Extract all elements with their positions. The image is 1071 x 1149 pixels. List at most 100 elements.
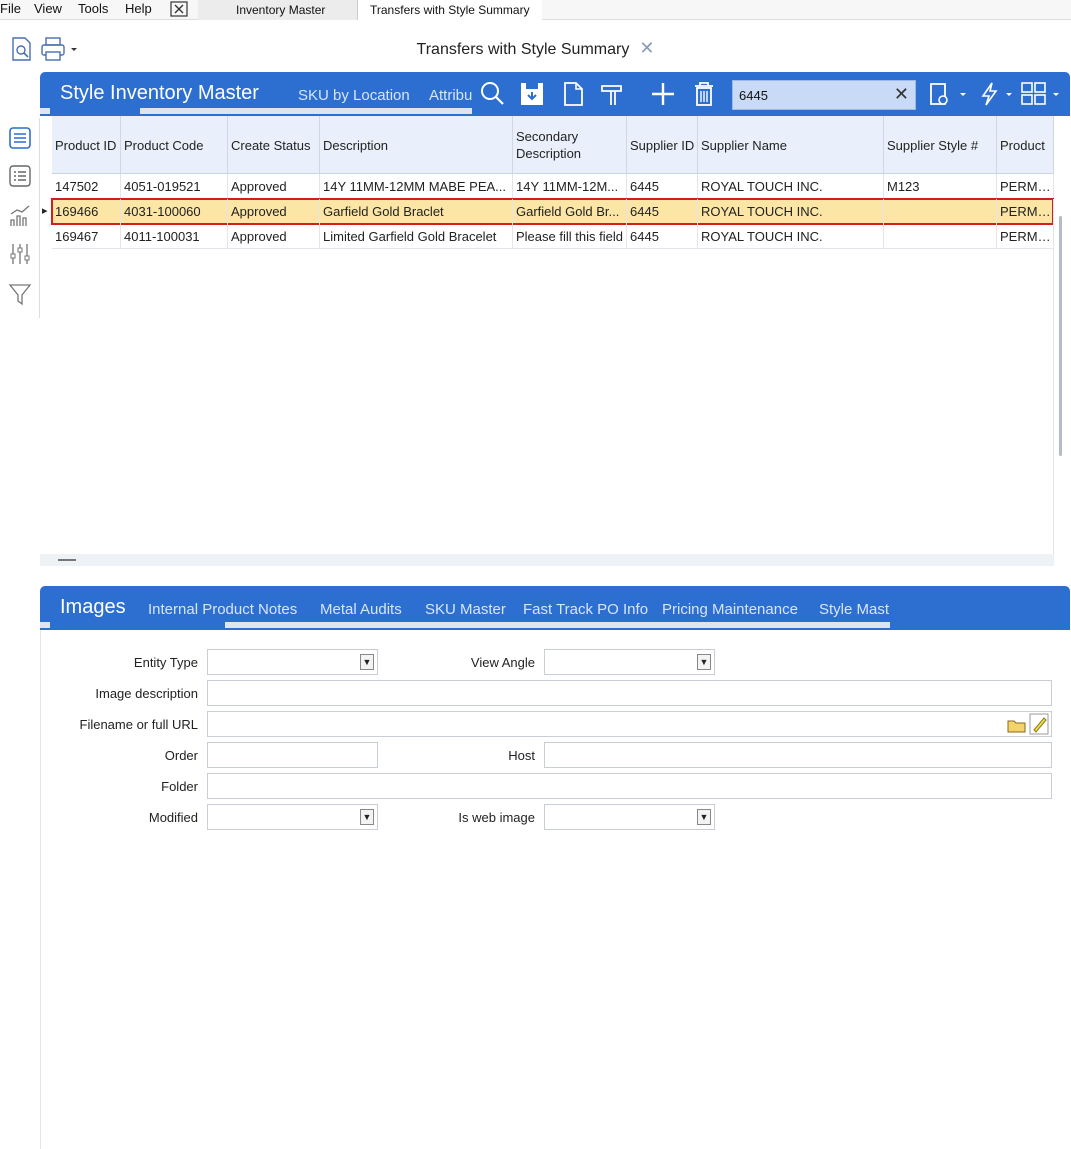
chart-icon[interactable] <box>8 204 32 228</box>
edit-pencil-icon[interactable] <box>1029 713 1049 735</box>
tab-sku-master[interactable]: SKU Master <box>425 601 506 618</box>
grid-vertical-scrollbar[interactable] <box>1057 116 1065 554</box>
panel-title-style-inventory-master[interactable]: Style Inventory Master <box>60 82 259 105</box>
modified-select[interactable]: ▼ <box>207 804 378 830</box>
cell-description[interactable]: Limited Garfield Gold Bracelet <box>320 224 513 249</box>
menu-view[interactable]: View <box>34 1 62 16</box>
chevron-down-icon[interactable]: ▼ <box>360 654 374 670</box>
image-description-field[interactable] <box>207 680 1052 706</box>
cell-product-code[interactable]: 4031-100060 <box>121 199 228 224</box>
tab-scrollbar[interactable] <box>40 622 890 628</box>
cell-product-id[interactable]: 169466 <box>52 199 121 224</box>
cell-supplier-style[interactable]: M123 <box>884 174 997 199</box>
folder-field[interactable] <box>207 773 1052 799</box>
list-view-icon[interactable] <box>8 126 32 150</box>
chevron-down-icon[interactable]: ▼ <box>360 809 374 825</box>
table-row-selected[interactable]: 169466 4031-100060 Approved Garfield Gol… <box>51 198 1054 225</box>
excel-export-icon[interactable] <box>170 1 188 17</box>
save-icon[interactable] <box>518 80 546 108</box>
doc-tab-transfers-with-style-summary[interactable]: Transfers with Style Summary <box>358 0 542 20</box>
column-header-create-status[interactable]: Create Status <box>228 116 320 174</box>
cell-supplier-style[interactable] <box>884 224 997 249</box>
cell-product[interactable]: PERMAN <box>997 174 1054 199</box>
column-header-supplier-style[interactable]: Supplier Style # <box>884 116 997 174</box>
tab-internal-product-notes[interactable]: Internal Product Notes <box>148 601 297 618</box>
tab-metal-audits[interactable]: Metal Audits <box>320 601 402 618</box>
cell-supplier-style[interactable] <box>884 199 997 224</box>
images-form: Entity Type ▼ View Angle ▼ Image descrip… <box>40 630 1071 1149</box>
tab-sku-by-location[interactable]: SKU by Location <box>298 87 410 104</box>
cell-product-id[interactable]: 147502 <box>52 174 121 199</box>
cell-supplier-id[interactable]: 6445 <box>627 174 698 199</box>
menu-file[interactable]: File <box>0 1 21 16</box>
close-document-icon[interactable]: ✕ <box>639 38 654 58</box>
sliders-icon[interactable] <box>8 242 32 266</box>
table-row[interactable]: 147502 4051-019521 Approved 14Y 11MM-12M… <box>52 174 1054 199</box>
cell-create-status[interactable]: Approved <box>228 174 320 199</box>
entity-type-select[interactable]: ▼ <box>207 649 378 675</box>
cell-description[interactable]: 14Y 11MM-12MM MABE PEA... <box>320 174 513 199</box>
new-document-icon[interactable] <box>559 80 587 108</box>
cell-supplier-name[interactable]: ROYAL TOUCH INC. <box>698 199 884 224</box>
label-host: Host <box>508 748 535 763</box>
order-field[interactable] <box>207 742 378 768</box>
cell-product-code[interactable]: 4051-019521 <box>121 174 228 199</box>
layout-grid-icon[interactable] <box>1020 80 1064 108</box>
hammer-icon[interactable] <box>599 80 627 108</box>
column-header-description[interactable]: Description <box>320 116 513 174</box>
lightning-icon[interactable] <box>974 80 1014 108</box>
add-icon[interactable] <box>649 80 677 108</box>
report-icon[interactable] <box>926 80 968 108</box>
folder-open-icon[interactable] <box>1007 715 1027 735</box>
chevron-down-icon[interactable]: ▼ <box>697 809 711 825</box>
clear-search-icon[interactable]: ✕ <box>894 84 909 105</box>
detail-list-icon[interactable] <box>8 164 32 188</box>
view-angle-select[interactable]: ▼ <box>544 649 715 675</box>
cell-description[interactable]: Garfield Gold Braclet <box>320 199 513 224</box>
cell-product-code[interactable]: 4011-100031 <box>121 224 228 249</box>
chevron-down-icon[interactable]: ▼ <box>697 654 711 670</box>
tab-scrollbar[interactable] <box>40 108 472 114</box>
doc-tab-inventory-master[interactable]: Inventory Master <box>198 0 358 20</box>
label-modified: Modified <box>148 810 198 825</box>
menu-tools[interactable]: Tools <box>78 1 108 16</box>
cell-secondary-description[interactable]: Garfield Gold Br... <box>513 199 627 224</box>
column-header-product-code[interactable]: Product Code <box>121 116 228 174</box>
tab-attributes[interactable]: Attribu <box>429 87 473 104</box>
cell-supplier-name[interactable]: ROYAL TOUCH INC. <box>698 224 884 249</box>
cell-product[interactable]: PERMAN <box>997 199 1054 224</box>
tab-style-master[interactable]: Style Mast <box>819 601 891 618</box>
column-header-product-id[interactable]: Product ID <box>52 116 121 174</box>
filter-icon[interactable] <box>8 282 32 306</box>
search-icon[interactable] <box>478 80 506 108</box>
cell-product-id[interactable]: 169467 <box>52 224 121 249</box>
is-web-image-select[interactable]: ▼ <box>544 804 715 830</box>
collapse-handle-icon[interactable] <box>58 559 76 561</box>
cell-supplier-id[interactable]: 6445 <box>627 199 698 224</box>
style-grid: Product ID Product Code Create Status De… <box>40 116 1054 554</box>
column-header-supplier-id[interactable]: Supplier ID <box>627 116 698 174</box>
cell-supplier-id[interactable]: 6445 <box>627 224 698 249</box>
cell-product[interactable]: PERMAN <box>997 224 1054 249</box>
filename-field[interactable] <box>207 711 1052 737</box>
table-row[interactable]: 169467 4011-100031 Approved Limited Garf… <box>52 224 1054 249</box>
column-header-product[interactable]: Product <box>997 116 1054 174</box>
tab-scrollbar-thumb[interactable] <box>50 622 225 628</box>
tab-pricing-maintenance[interactable]: Pricing Maintenance <box>662 601 798 618</box>
panel-title-images[interactable]: Images <box>60 596 126 619</box>
cell-create-status[interactable]: Approved <box>228 199 320 224</box>
grid-scrollbar-thumb[interactable] <box>1059 216 1062 456</box>
tab-fast-track-po-info[interactable]: Fast Track PO Info <box>523 601 648 618</box>
cell-supplier-name[interactable]: ROYAL TOUCH INC. <box>698 174 884 199</box>
cell-create-status[interactable]: Approved <box>228 224 320 249</box>
search-input[interactable] <box>737 85 887 105</box>
delete-icon[interactable] <box>690 80 718 108</box>
cell-secondary-description[interactable]: Please fill this field <box>513 224 627 249</box>
column-header-secondary-description[interactable]: Secondary Description <box>513 116 627 174</box>
menu-help[interactable]: Help <box>125 1 152 16</box>
host-field[interactable] <box>544 742 1052 768</box>
column-header-supplier-name[interactable]: Supplier Name <box>698 116 884 174</box>
cell-secondary-description[interactable]: 14Y 11MM-12M... <box>513 174 627 199</box>
label-entity-type: Entity Type <box>133 655 198 670</box>
tab-scrollbar-thumb[interactable] <box>50 108 140 114</box>
